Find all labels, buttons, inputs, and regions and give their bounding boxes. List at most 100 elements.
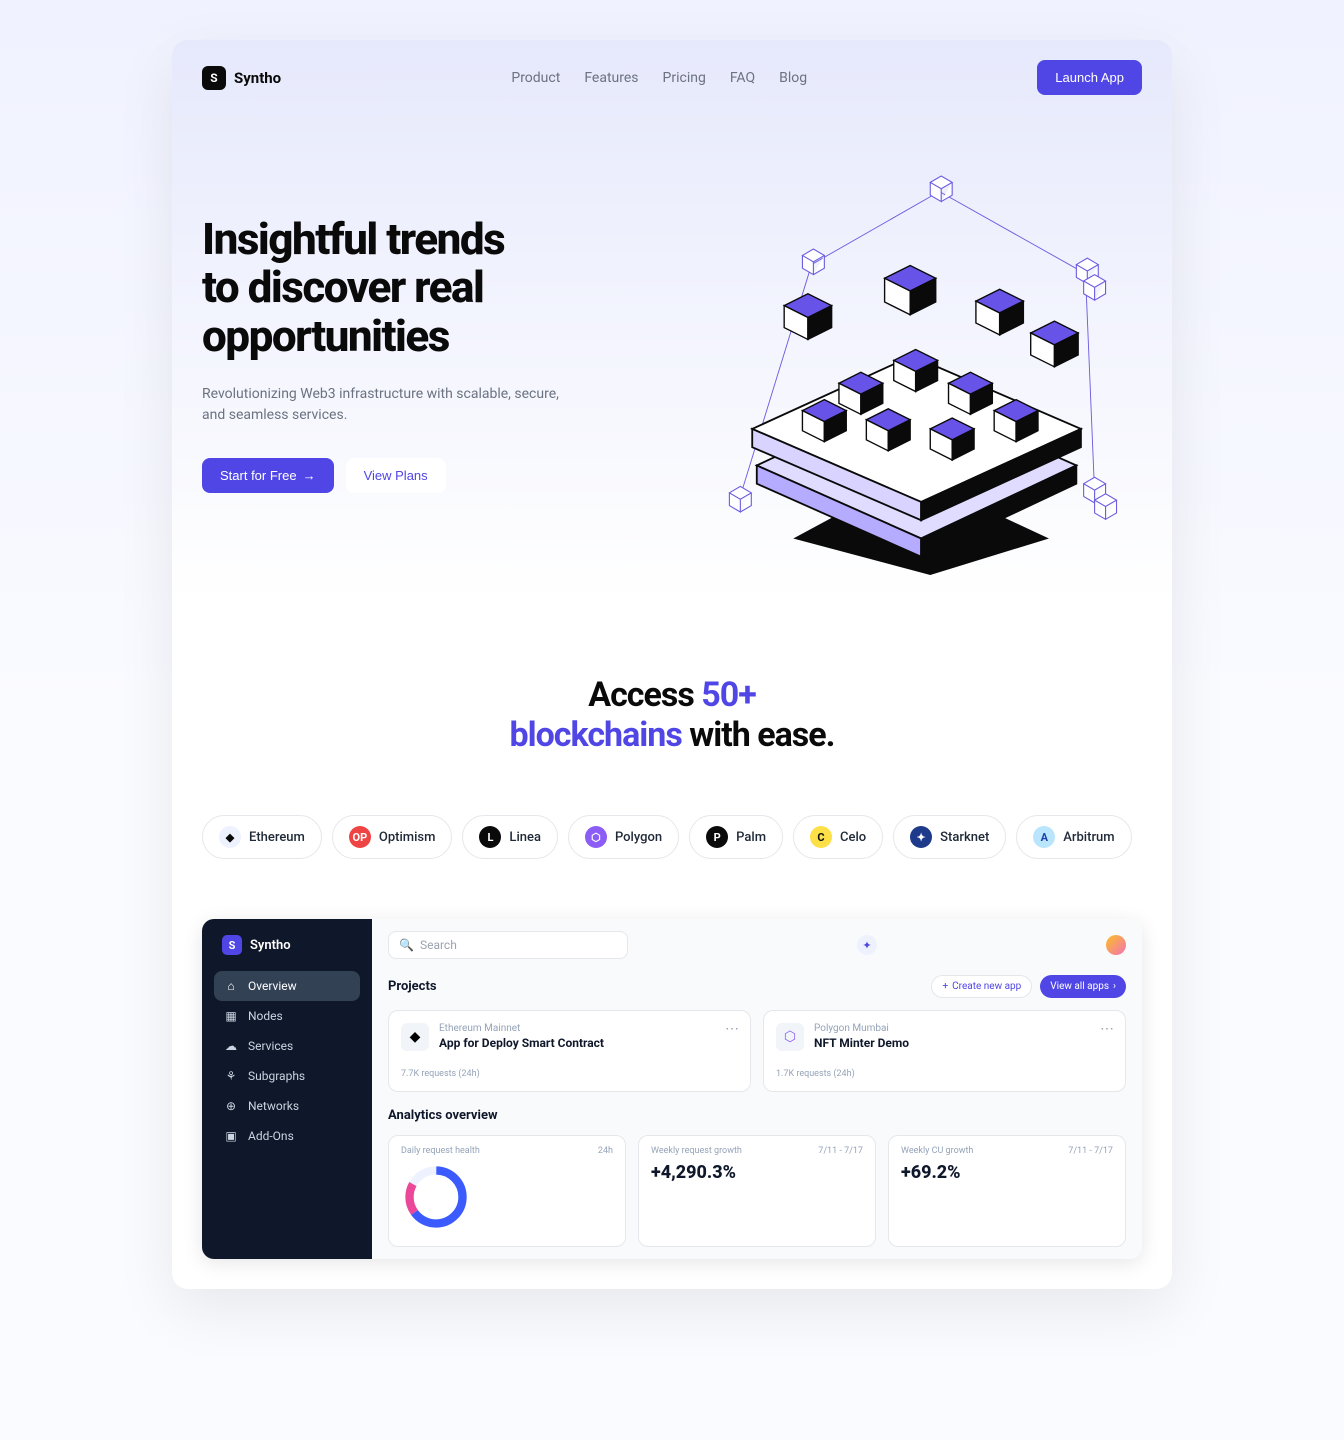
chain-label: Palm (736, 830, 766, 845)
hero-subtitle: Revolutionizing Web3 infrastructure with… (202, 384, 562, 426)
project-stats: 1.7K requests (24h) (776, 1069, 1113, 1079)
analytics-value: +69.2% (901, 1162, 1113, 1183)
chevron-right-icon: › (1113, 981, 1116, 992)
sidebar-item-overview[interactable]: ⌂ Overview (214, 971, 360, 1001)
blockchain-chip[interactable]: ⬡Polygon (568, 815, 679, 859)
search-icon: 🔍 (399, 938, 414, 952)
notifications-icon[interactable]: ✦ (857, 935, 877, 955)
chain-label: Polygon (615, 830, 662, 845)
dashboard-sidebar: S Syntho ⌂ Overview ▦ Nodes ☁ Services ⚘ (202, 919, 372, 1259)
brand-logo-text: Syntho (234, 69, 281, 87)
project-menu-icon[interactable]: ⋯ (725, 1021, 740, 1037)
dashboard-main: 🔍 Search ✦ Projects + Create new app (372, 919, 1142, 1259)
polygon-icon: ⬡ (776, 1023, 804, 1051)
sidebar-item-subgraphs[interactable]: ⚘ Subgraphs (214, 1061, 360, 1091)
hero-section: Insightful trends to discover real oppor… (172, 115, 1172, 655)
analytics-label: Daily request health (401, 1146, 480, 1156)
search-input[interactable]: 🔍 Search (388, 931, 628, 959)
chain-icon: L (479, 826, 501, 848)
networks-icon: ⊕ (224, 1099, 238, 1113)
sidebar-item-networks[interactable]: ⊕ Networks (214, 1091, 360, 1121)
create-app-label: Create new app (952, 981, 1021, 992)
chain-icon: ✦ (910, 826, 932, 848)
blockchain-chip[interactable]: A Arbitrum (1016, 815, 1131, 859)
chain-label: Starknet (940, 830, 989, 845)
dashboard-logo-icon: S (222, 935, 242, 955)
subgraphs-icon: ⚘ (224, 1069, 238, 1083)
sidebar-item-label: Overview (248, 979, 297, 993)
project-name: App for Deploy Smart Contract (439, 1036, 604, 1050)
blockchain-chip[interactable]: L Linea (462, 815, 558, 859)
nav-features[interactable]: Features (584, 70, 638, 86)
hero-title: Insightful trends to discover real oppor… (202, 215, 662, 360)
project-stats: 7.7K requests (24h) (401, 1069, 738, 1079)
addons-icon: ▣ (224, 1129, 238, 1143)
nodes-icon: ▦ (224, 1009, 238, 1023)
launch-app-button[interactable]: Launch App (1037, 60, 1142, 95)
chain-icon: P (706, 826, 728, 848)
user-avatar[interactable] (1106, 935, 1126, 955)
sidebar-item-nodes[interactable]: ▦ Nodes (214, 1001, 360, 1031)
project-card[interactable]: ⋯ ◆ Ethereum Mainnet App for Deploy Smar… (388, 1010, 751, 1092)
chain-label: Linea (509, 830, 541, 845)
brand-logo: S Syntho (202, 66, 281, 90)
access-post: with ease. (682, 715, 835, 755)
access-pre: Access (588, 675, 701, 715)
hero-title-line: Insightful trends (202, 213, 504, 265)
analytics-label: Weekly request growth (651, 1146, 742, 1156)
brand-logo-icon: S (202, 66, 226, 90)
hero-illustration (682, 155, 1142, 575)
sidebar-item-addons[interactable]: ▣ Add-Ons (214, 1121, 360, 1151)
nav-blog[interactable]: Blog (779, 70, 807, 86)
analytics-period: 7/11 - 7/17 (818, 1146, 863, 1156)
plus-icon: + (942, 981, 948, 992)
blockchain-chip[interactable]: ✦ Starknet (893, 815, 1006, 859)
hero-title-line: to discover real (202, 261, 483, 313)
analytics-period: 24h (598, 1146, 613, 1156)
access-accent-word: blockchains (509, 715, 681, 755)
project-card[interactable]: ⋯ ⬡ Polygon Mumbai NFT Minter Demo 1.7K … (763, 1010, 1126, 1092)
analytics-period: 7/11 - 7/17 (1068, 1146, 1113, 1156)
view-all-apps-button[interactable]: View all apps › (1040, 975, 1126, 998)
blockchain-illustration (682, 155, 1142, 575)
blockchain-chip[interactable]: OPOptimism (332, 815, 453, 859)
blockchain-chip[interactable]: CCelo (793, 815, 883, 859)
start-free-label: Start for Free (220, 468, 297, 483)
project-network: Polygon Mumbai (814, 1023, 909, 1034)
chain-icon: ◆ (219, 826, 241, 848)
view-plans-button[interactable]: View Plans (346, 458, 446, 493)
access-section: Access 50+ blockchains with ease. (172, 655, 1172, 795)
sidebar-item-services[interactable]: ☁ Services (214, 1031, 360, 1061)
hero-title-line: opportunities (202, 310, 449, 362)
blockchain-chip[interactable]: P Palm (689, 815, 783, 859)
create-app-button[interactable]: + Create new app (931, 975, 1032, 998)
chain-icon: OP (349, 826, 371, 848)
chain-icon: C (810, 826, 832, 848)
donut-chart-icon (401, 1162, 471, 1232)
analytics-card-cu-growth: Weekly CU growth 7/11 - 7/17 +69.2% (888, 1135, 1126, 1247)
chain-label: Arbitrum (1063, 830, 1114, 845)
sidebar-item-label: Subgraphs (248, 1069, 305, 1083)
blockchain-chip[interactable]: ◆ Ethereum (202, 815, 322, 859)
blockchain-list: ◆ Ethereum OPOptimism L Linea ⬡Polygon P Palm CC… (172, 795, 1172, 919)
project-name: NFT Minter Demo (814, 1036, 909, 1050)
sidebar-item-label: Nodes (248, 1009, 283, 1023)
nav-product[interactable]: Product (511, 70, 560, 86)
sidebar-item-label: Add-Ons (248, 1129, 294, 1143)
access-accent-count: 50+ (701, 675, 756, 715)
nav-pricing[interactable]: Pricing (663, 70, 706, 86)
ethereum-icon: ◆ (401, 1023, 429, 1051)
dashboard-logo: S Syntho (214, 931, 360, 971)
chain-label: Ethereum (249, 830, 305, 845)
project-network: Ethereum Mainnet (439, 1023, 604, 1034)
start-free-button[interactable]: Start for Free → (202, 458, 334, 493)
projects-title: Projects (388, 979, 437, 994)
sidebar-item-label: Networks (248, 1099, 299, 1113)
analytics-card-request-growth: Weekly request growth 7/11 - 7/17 +4,290… (638, 1135, 876, 1247)
home-icon: ⌂ (224, 979, 238, 993)
site-header: S Syntho Product Features Pricing FAQ Bl… (172, 40, 1172, 115)
chain-icon: A (1033, 826, 1055, 848)
services-icon: ☁ (224, 1039, 238, 1053)
project-menu-icon[interactable]: ⋯ (1100, 1021, 1115, 1037)
nav-faq[interactable]: FAQ (730, 70, 755, 86)
